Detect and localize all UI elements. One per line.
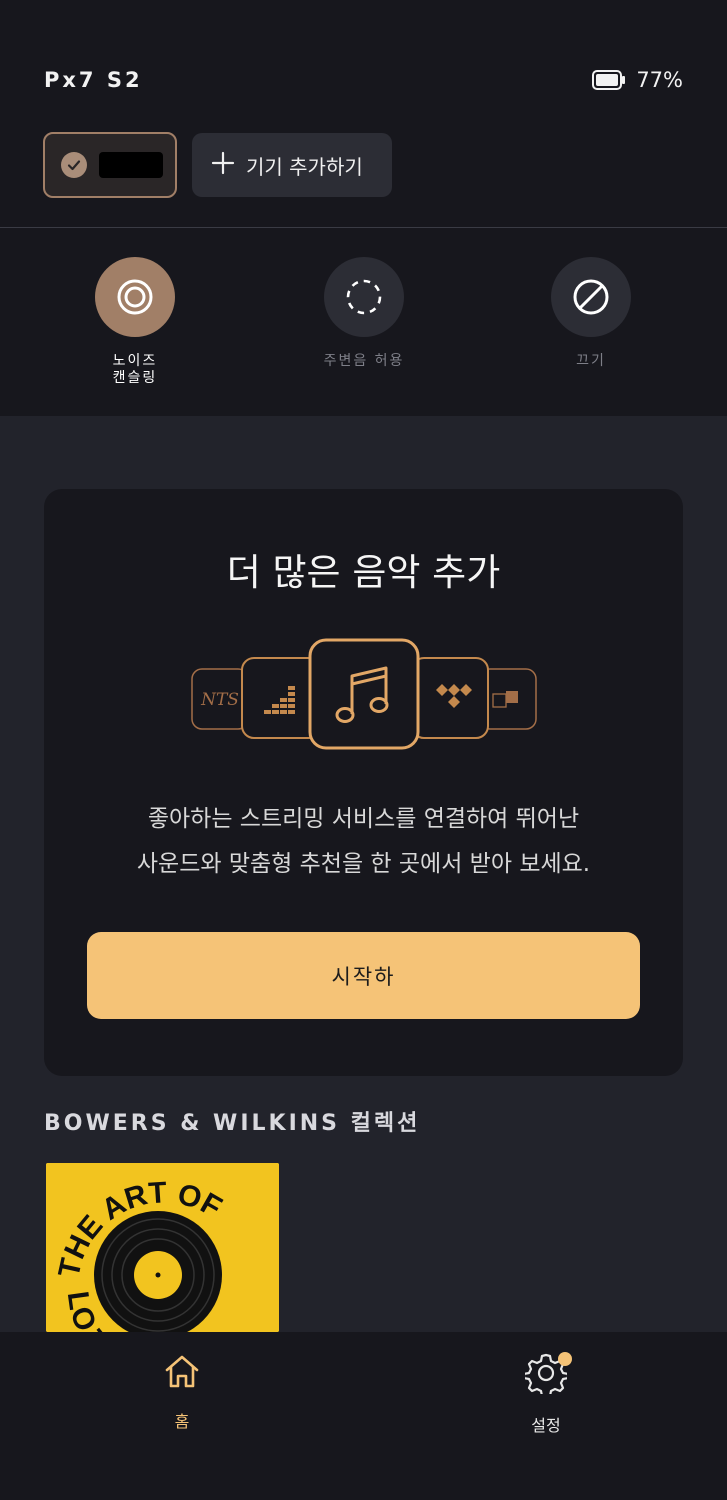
plus-icon (210, 150, 236, 180)
add-device-button[interactable]: 기기 추가하기 (192, 133, 392, 197)
anc-option-off[interactable]: 끄기 (511, 257, 671, 370)
promo-card-title: 더 많은 음악 추가 (226, 551, 501, 594)
home-icon (163, 1352, 201, 1394)
connected-device-chip[interactable] (43, 132, 177, 198)
nav-settings-label: 설정 (531, 1416, 561, 1435)
anc-option-noise-cancelling[interactable]: 노이즈 캔슬링 (55, 257, 215, 387)
divider (0, 227, 727, 228)
promo-desc-line-1: 좋아하는 스트리밍 서비스를 연결하여 뛰어난 (147, 806, 580, 832)
nts-logo: NTS (191, 668, 249, 730)
nav-settings[interactable]: 설정 (476, 1352, 616, 1436)
bottom-nav: 홈 설정 (0, 1332, 727, 1500)
music-note-icon (308, 638, 420, 750)
promo-desc-line-2: 사운드와 맞춤형 추천을 한 곳에서 받아 보세요. (136, 851, 591, 877)
promo-card-description: 좋아하는 스트리밍 서비스를 연결하여 뛰어난 사운드와 맞춤형 추천을 한 곳… (44, 797, 683, 887)
svg-text:NTS: NTS (200, 690, 239, 710)
anc-label-ambient: 주변음 허용 (323, 353, 405, 369)
add-device-label: 기기 추가하기 (246, 154, 363, 179)
anc-option-ambient[interactable]: 주변음 허용 (284, 257, 444, 370)
anc-label-noise-cancelling: 노이즈 캔슬링 (112, 353, 158, 386)
nav-home[interactable]: 홈 (112, 1352, 252, 1432)
deezer-logo (241, 657, 321, 739)
transparency-icon[interactable] (324, 257, 404, 337)
notification-badge (558, 1352, 572, 1366)
battery-status: 77% (592, 68, 683, 92)
start-button[interactable]: 시작하 (87, 932, 640, 1019)
device-name: Px7 S2 (44, 68, 143, 92)
collection-title: BOWERS & WILKINS 컬렉션 (44, 1111, 421, 1136)
off-icon[interactable] (551, 257, 631, 337)
check-icon (61, 152, 87, 178)
album-art-the-art-of-loyalty[interactable]: THE ART OF LO TY (46, 1163, 279, 1332)
tidal-logo (411, 657, 489, 739)
anc-active-icon[interactable] (95, 257, 175, 337)
nav-home-label: 홈 (174, 1412, 190, 1431)
redacted-device-name (99, 152, 163, 178)
battery-icon (592, 70, 626, 90)
anc-label-off: 끄기 (576, 353, 606, 369)
streaming-services-logos: NTS (190, 638, 540, 750)
battery-percent: 77% (636, 68, 683, 92)
